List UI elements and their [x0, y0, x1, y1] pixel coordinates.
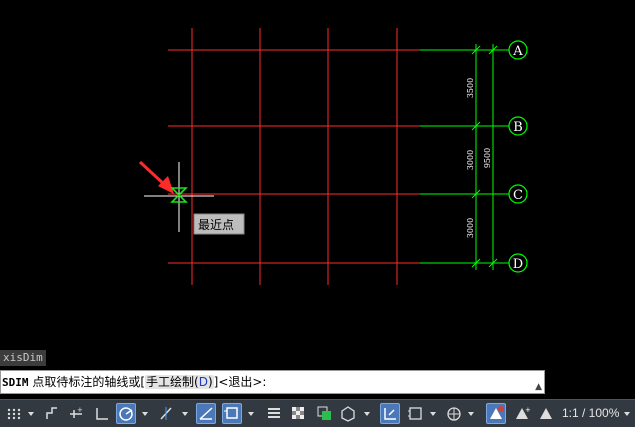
infer-icon[interactable]: +: [66, 403, 86, 424]
quick-props-dropdown-icon[interactable]: [466, 403, 476, 424]
dim-text-cd: 3000: [466, 218, 475, 238]
annotation-monitor-icon[interactable]: [380, 403, 400, 424]
axis-label-b: B: [513, 120, 523, 135]
command-line-input[interactable]: SDIM 点取待标注的轴线或[手工绘制(D)]<退出>: ▲: [0, 370, 545, 394]
annotation-scale-icon[interactable]: [486, 403, 506, 424]
axis-label-a: A: [512, 44, 523, 59]
dynamic-ucs-icon[interactable]: [222, 403, 242, 424]
3d-osnap-icon[interactable]: [338, 403, 358, 424]
selection-cycling-icon[interactable]: [314, 403, 334, 424]
osnap-track-icon[interactable]: [156, 403, 176, 424]
dim-text-total: 9500: [483, 148, 492, 168]
grid-icon[interactable]: [4, 403, 24, 424]
command-name: SDIM: [2, 376, 29, 389]
command-prompt-tail: ]<退出>:: [213, 375, 267, 389]
axis-extensions: [420, 44, 509, 270]
scale-dropdown-icon[interactable]: [622, 403, 632, 424]
dimension-texts: 3500 3000 3000 9500: [466, 78, 492, 238]
command-history: xisDim: [0, 350, 46, 366]
axis-bubbles: A B C D: [508, 40, 528, 273]
auto-scale-icon[interactable]: [536, 403, 556, 424]
command-history-toggle-icon[interactable]: ▲: [535, 376, 542, 393]
dim-text-ab: 3500: [466, 78, 475, 98]
isoplane-icon[interactable]: [196, 403, 216, 424]
lineweight-icon[interactable]: [264, 403, 284, 424]
command-prompt: 点取待标注的轴线或[: [32, 375, 146, 389]
status-bar: + + 1:1 / 100%: [0, 399, 635, 427]
manual-draw-option[interactable]: 手工绘制(D): [145, 375, 214, 389]
polar-dropdown-icon[interactable]: [140, 403, 150, 424]
3d-osnap-dropdown-icon[interactable]: [362, 403, 372, 424]
red-grid: [168, 28, 420, 285]
dim-text-bc: 3000: [466, 150, 475, 170]
axis-label-c: C: [513, 188, 523, 203]
polar-icon[interactable]: [116, 403, 136, 424]
red-arrow-icon: [138, 160, 174, 194]
annotation-scale-value[interactable]: 1:1 / 100%: [562, 403, 619, 424]
snap-tooltip: 最近点: [198, 218, 234, 232]
svg-text:+: +: [77, 406, 83, 414]
osnap-dropdown-icon[interactable]: [180, 403, 190, 424]
svg-text:+: +: [525, 406, 531, 414]
ucs-dropdown-icon[interactable]: [246, 403, 256, 424]
units-dropdown-icon[interactable]: [428, 403, 438, 424]
ortho-icon[interactable]: [92, 403, 112, 424]
annotation-visibility-icon[interactable]: +: [512, 403, 532, 424]
snap-icon[interactable]: [42, 403, 62, 424]
units-icon[interactable]: [406, 403, 426, 424]
grid-dropdown-icon[interactable]: [26, 403, 36, 424]
drawing-canvas[interactable]: A B C D 3500 3000 3000 9500 最近点: [0, 0, 635, 350]
transparency-icon[interactable]: [288, 403, 308, 424]
axis-label-d: D: [513, 257, 523, 272]
quick-props-icon[interactable]: [444, 403, 464, 424]
